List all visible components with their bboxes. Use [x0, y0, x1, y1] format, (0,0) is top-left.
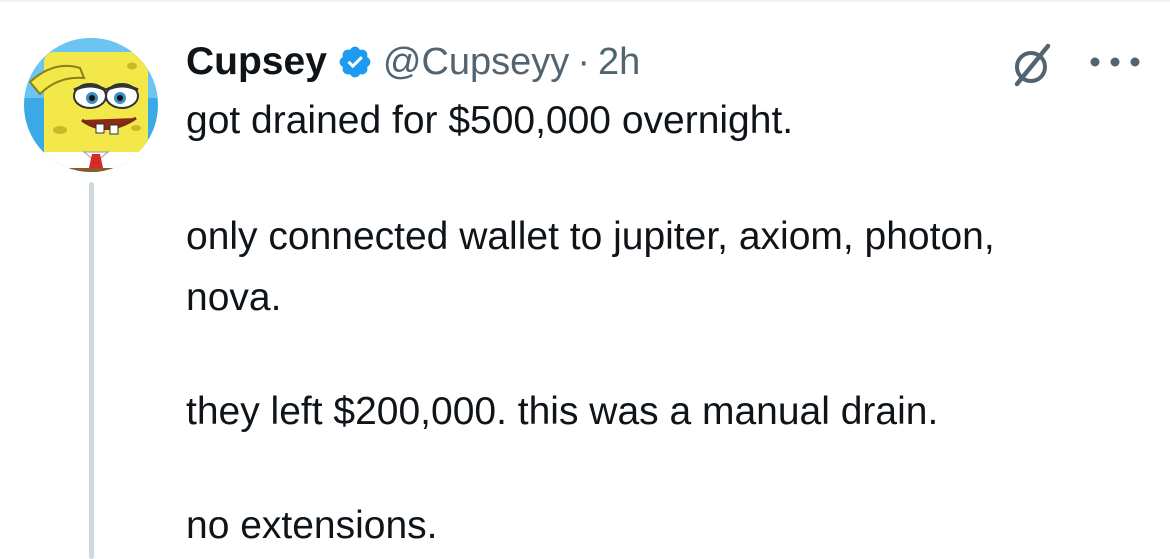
tweet-header: Cupsey @Cupseyy · 2h — [186, 36, 640, 88]
handle[interactable]: @Cupseyy — [383, 41, 569, 84]
spongebob-avatar-icon — [24, 38, 158, 172]
verified-badge-icon — [339, 46, 371, 78]
thread-line — [89, 182, 94, 559]
tweet-text-line: got drained for $500,000 overnight. — [186, 99, 794, 142]
tweet-text-line: only connected wallet to jupiter, axiom,… — [186, 215, 995, 258]
top-divider — [0, 0, 1170, 2]
tweet-text-line: no extensions. — [186, 504, 438, 547]
display-name[interactable]: Cupsey — [186, 40, 327, 84]
avatar[interactable] — [24, 38, 158, 172]
timestamp[interactable]: 2h — [598, 41, 640, 84]
more-options-icon[interactable] — [1086, 50, 1144, 74]
tweet-text-line: they left $200,000. this was a manual dr… — [186, 390, 939, 433]
separator-dot: · — [577, 40, 590, 83]
tweet-text-line: nova. — [186, 276, 282, 319]
grok-icon[interactable] — [1008, 40, 1058, 90]
